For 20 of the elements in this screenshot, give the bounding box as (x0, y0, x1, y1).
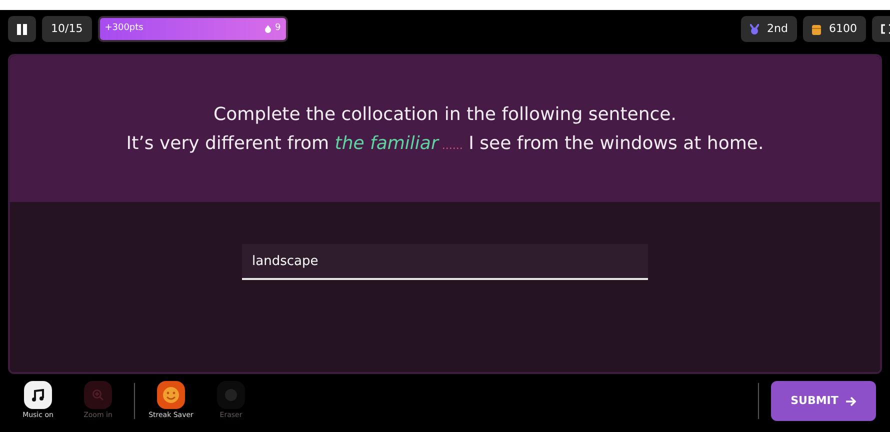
question-counter: 10/15 (42, 16, 92, 42)
points-text: +300pts (104, 22, 144, 36)
question-sentence: It’s very different from the familiar ...... I see from the windows at home. (126, 132, 764, 156)
pause-icon (17, 24, 27, 34)
pause-button[interactable] (8, 16, 36, 42)
smiley-icon (162, 386, 180, 404)
answer-field[interactable]: landscape (242, 244, 648, 280)
streak-count: 9 (274, 22, 281, 36)
zoom-in-icon (92, 389, 104, 402)
coins-text: 6100 (829, 20, 857, 37)
fullscreen-icon (881, 24, 890, 34)
music-button[interactable] (24, 381, 52, 410)
rank-text: 2nd (767, 20, 788, 37)
question-prompt: Complete the collocation in the following sentence. (214, 103, 676, 127)
arrow-right-icon (846, 396, 856, 406)
medal-icon (750, 24, 760, 34)
submit-button[interactable]: SUBMIT (771, 381, 876, 421)
coins-icon (812, 24, 821, 34)
streak-button[interactable] (157, 381, 185, 410)
music-note-icon (32, 388, 44, 402)
